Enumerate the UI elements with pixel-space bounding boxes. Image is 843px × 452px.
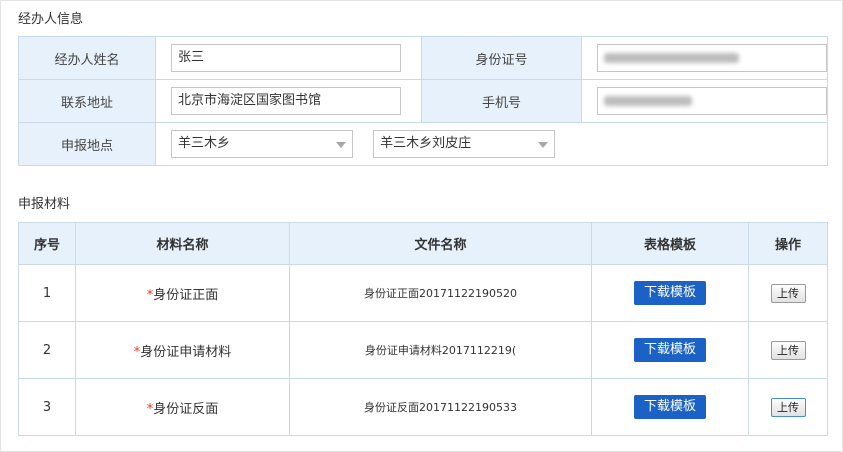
column-header: 文件名称 <box>289 222 592 265</box>
action-cell: 上传 <box>748 378 828 436</box>
address-label: 联系地址 <box>18 79 156 123</box>
template-cell: 下载模板 <box>591 321 749 379</box>
column-header: 材料名称 <box>75 222 290 265</box>
column-header: 序号 <box>18 222 76 265</box>
file-name: 身份证申请材料2017112219( <box>289 321 592 379</box>
column-header: 表格模板 <box>591 222 749 265</box>
material-name-cell: *身份证反面 <box>75 378 290 436</box>
village-select-value: 羊三木乡刘皮庄 <box>380 136 472 151</box>
name-label: 经办人姓名 <box>18 36 156 80</box>
town-select-value: 羊三木乡 <box>178 136 231 151</box>
materials-table: 序号 材料名称 文件名称 表格模板 操作 1 *身份证正面 身份证正面20171… <box>18 222 828 436</box>
address-field[interactable]: 北京市海淀区国家图书馆 <box>171 87 401 115</box>
town-select[interactable]: 羊三木乡 <box>171 130 353 158</box>
file-name: 身份证反面20171122190533 <box>289 378 592 436</box>
row-index: 3 <box>18 378 76 436</box>
template-cell: 下载模板 <box>591 378 749 436</box>
material-name: 身份证正面 <box>153 287 219 303</box>
material-name: 身份证申请材料 <box>140 344 232 360</box>
material-name: 身份证反面 <box>153 401 219 417</box>
phone-field[interactable] <box>597 87 827 115</box>
applicant-info-table: 经办人姓名 张三 身份证号 联系地址 北京市海淀区国家图书馆 手机号 申报地点 … <box>18 36 828 166</box>
applicant-section-title: 经办人信息 <box>18 12 84 27</box>
upload-button[interactable]: 上传 <box>770 397 806 417</box>
chevron-down-icon <box>336 142 346 148</box>
row-index: 2 <box>18 321 76 379</box>
table-row: 1 *身份证正面 身份证正面20171122190520 下载模板 上传 <box>18 264 828 322</box>
page-frame: 经办人信息 经办人姓名 张三 身份证号 联系地址 北京市海淀区国家图书馆 手机号… <box>0 0 843 452</box>
template-cell: 下载模板 <box>591 264 749 322</box>
table-row: 2 *身份证申请材料 身份证申请材料2017112219( 下载模板 上传 <box>18 321 828 379</box>
name-field[interactable]: 张三 <box>171 44 401 72</box>
action-cell: 上传 <box>748 264 828 322</box>
id-number-field[interactable] <box>597 44 827 72</box>
material-name-cell: *身份证申请材料 <box>75 321 290 379</box>
materials-section-title: 申报材料 <box>18 197 71 212</box>
download-template-button[interactable]: 下载模板 <box>634 395 706 419</box>
upload-button[interactable]: 上传 <box>770 283 806 303</box>
table-row: 3 *身份证反面 身份证反面20171122190533 下载模板 上传 <box>18 378 828 436</box>
location-label: 申报地点 <box>18 122 156 166</box>
upload-button[interactable]: 上传 <box>770 340 806 360</box>
table-header-row: 序号 材料名称 文件名称 表格模板 操作 <box>18 222 828 265</box>
action-cell: 上传 <box>748 321 828 379</box>
id-number-redacted <box>604 52 739 63</box>
phone-label: 手机号 <box>421 79 582 123</box>
download-template-button[interactable]: 下载模板 <box>634 338 706 362</box>
material-name-cell: *身份证正面 <box>75 264 290 322</box>
id-number-label: 身份证号 <box>421 36 582 80</box>
chevron-down-icon <box>538 142 549 148</box>
phone-redacted <box>604 95 692 106</box>
file-name: 身份证正面20171122190520 <box>289 264 592 322</box>
village-select[interactable]: 羊三木乡刘皮庄 <box>373 130 556 158</box>
download-template-button[interactable]: 下载模板 <box>634 281 706 305</box>
row-index: 1 <box>18 264 76 322</box>
column-header: 操作 <box>748 222 828 265</box>
